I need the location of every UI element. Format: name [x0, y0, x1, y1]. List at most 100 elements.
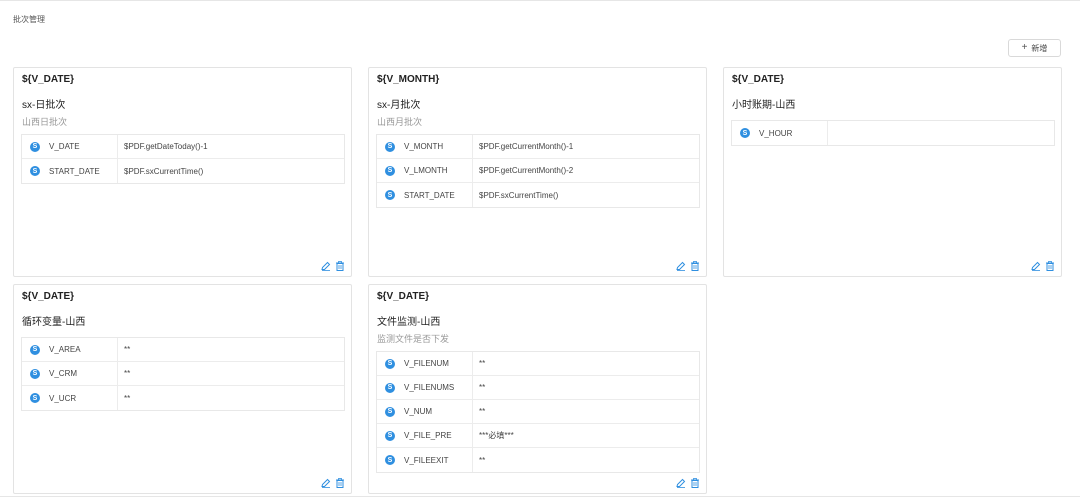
- trash-icon[interactable]: [690, 478, 700, 488]
- param-s-icon: S: [30, 368, 40, 379]
- card-actions: [321, 261, 345, 271]
- param-row: S V_LMONTH $PDF.getCurrentMonth()-2: [377, 159, 699, 183]
- param-name-cell: S V_FILE_PRE: [377, 424, 473, 447]
- batch-name: sx-月批次: [377, 100, 421, 111]
- param-s-icon: S: [30, 166, 40, 176]
- param-row: S V_MONTH $PDF.getCurrentMonth()-1: [377, 135, 699, 159]
- batch-card: ${V_MONTH} sx-月批次 山西月批次 S V_MONTH $PDF.g…: [368, 67, 707, 277]
- param-value: $PDF.getCurrentMonth()-1: [479, 142, 574, 151]
- param-value: [828, 121, 1054, 145]
- param-name-cell: S V_FILEEXIT: [377, 448, 473, 472]
- edit-icon[interactable]: [321, 478, 331, 488]
- param-name-cell: S V_FILENUMS: [377, 376, 473, 399]
- param-name-cell: S V_AREA: [22, 338, 118, 361]
- param-table: S V_MONTH $PDF.getCurrentMonth()-1 S V_L…: [376, 134, 700, 208]
- batch-name: 循环变量-山西: [22, 317, 86, 328]
- param-s-icon: S: [385, 141, 395, 152]
- param-value: $PDF.getDateToday()-1: [124, 142, 208, 151]
- param-value: $PDF.sxCurrentTime(): [124, 166, 204, 176]
- batch-card: ${V_DATE} 循环变量-山西 S V_AREA ** S V_CRM **…: [13, 284, 352, 494]
- param-name: START_DATE: [404, 190, 455, 200]
- param-table: S V_FILENUM ** S V_FILENUMS ** S V_NUM *…: [376, 351, 700, 473]
- edit-icon[interactable]: [676, 478, 686, 488]
- card-actions: [676, 478, 700, 488]
- trash-icon[interactable]: [335, 478, 345, 488]
- batch-name: sx-日批次: [22, 100, 66, 111]
- edit-icon[interactable]: [676, 261, 686, 271]
- param-value: $PDF.sxCurrentTime(): [479, 190, 559, 200]
- batch-card: ${V_DATE} 文件监测-山西 监测文件是否下发 S V_FILENUM *…: [368, 284, 707, 494]
- param-s-icon: S: [385, 455, 395, 465]
- param-name-cell: S V_CRM: [22, 362, 118, 385]
- top-divider: [0, 0, 1080, 1]
- param-s-icon: S: [385, 190, 395, 200]
- batch-description: 监测文件是否下发: [377, 334, 450, 344]
- trash-icon[interactable]: [1045, 261, 1055, 271]
- card-actions: [1031, 261, 1055, 271]
- param-name: V_UCR: [49, 393, 77, 403]
- trash-icon[interactable]: [335, 261, 345, 271]
- param-s-icon: S: [385, 358, 395, 369]
- param-row: S START_DATE $PDF.sxCurrentTime(): [377, 183, 699, 207]
- param-s-icon: S: [385, 406, 395, 417]
- param-name-cell: S START_DATE: [22, 159, 118, 183]
- param-row: S V_FILENUM **: [377, 352, 699, 376]
- param-table: S V_AREA ** S V_CRM ** S V_UCR **: [21, 337, 345, 411]
- param-name: V_DATE: [49, 142, 80, 151]
- param-row: S V_FILEEXIT **: [377, 448, 699, 472]
- param-table: S V_HOUR: [731, 120, 1055, 146]
- param-row: S V_UCR **: [22, 386, 344, 410]
- param-row: S V_FILENUMS **: [377, 376, 699, 400]
- param-name: START_DATE: [49, 166, 100, 176]
- edit-icon[interactable]: [1031, 261, 1041, 271]
- param-row: S V_DATE $PDF.getDateToday()-1: [22, 135, 344, 159]
- batch-description: 山西日批次: [22, 117, 68, 127]
- page-title: 批次管理: [13, 15, 45, 24]
- batch-variable: ${V_DATE}: [22, 291, 75, 302]
- param-name: V_FILEEXIT: [404, 455, 449, 465]
- param-name: V_AREA: [49, 345, 81, 354]
- param-name-cell: S V_UCR: [22, 386, 118, 410]
- param-name: V_FILENUM: [404, 359, 449, 368]
- add-batch-label: 新增: [1031, 43, 1048, 53]
- param-name-cell: S V_MONTH: [377, 135, 473, 158]
- param-value: **: [124, 393, 131, 403]
- bottom-divider: [0, 496, 1080, 497]
- param-value: **: [479, 359, 486, 368]
- param-name-cell: S V_NUM: [377, 400, 473, 423]
- param-name-cell: S V_LMONTH: [377, 159, 473, 182]
- add-batch-button[interactable]: + 新增: [1008, 39, 1061, 57]
- card-actions: [321, 478, 345, 488]
- param-name: V_FILENUMS: [404, 383, 455, 392]
- param-value: **: [479, 455, 486, 465]
- param-row: S V_FILE_PRE ***必填***: [377, 424, 699, 448]
- edit-icon[interactable]: [321, 261, 331, 271]
- batch-card: ${V_DATE} sx-日批次 山西日批次 S V_DATE $PDF.get…: [13, 67, 352, 277]
- param-value: $PDF.getCurrentMonth()-2: [479, 166, 574, 175]
- batch-name: 文件监测-山西: [377, 317, 441, 328]
- param-s-icon: S: [30, 141, 40, 152]
- param-s-icon: S: [385, 165, 395, 176]
- param-s-icon: S: [385, 382, 395, 393]
- batch-management-page: 批次管理 + 新增 ${V_DATE} sx-日批次 山西日批次 S V_DAT…: [0, 0, 1080, 502]
- param-table: S V_DATE $PDF.getDateToday()-1 S START_D…: [21, 134, 345, 184]
- param-name-cell: S V_HOUR: [732, 121, 828, 145]
- batch-variable: ${V_DATE}: [377, 291, 430, 302]
- plus-icon: +: [1021, 42, 1028, 53]
- card-actions: [676, 261, 700, 271]
- param-s-icon: S: [30, 393, 40, 403]
- batch-card: ${V_DATE} 小时账期-山西 S V_HOUR: [723, 67, 1062, 277]
- param-name-cell: S START_DATE: [377, 183, 473, 207]
- param-s-icon: S: [740, 128, 750, 138]
- param-name: V_CRM: [49, 369, 78, 378]
- param-value: **: [479, 407, 486, 416]
- batch-variable: ${V_DATE}: [22, 74, 75, 85]
- param-value: ***必填***: [479, 431, 514, 440]
- batch-name: 小时账期-山西: [732, 100, 796, 111]
- trash-icon[interactable]: [690, 261, 700, 271]
- batch-variable: ${V_MONTH}: [377, 74, 440, 85]
- param-row: S V_NUM **: [377, 400, 699, 424]
- param-row: S V_HOUR: [732, 121, 1054, 145]
- param-row: S V_CRM **: [22, 362, 344, 386]
- param-name: V_HOUR: [759, 128, 793, 138]
